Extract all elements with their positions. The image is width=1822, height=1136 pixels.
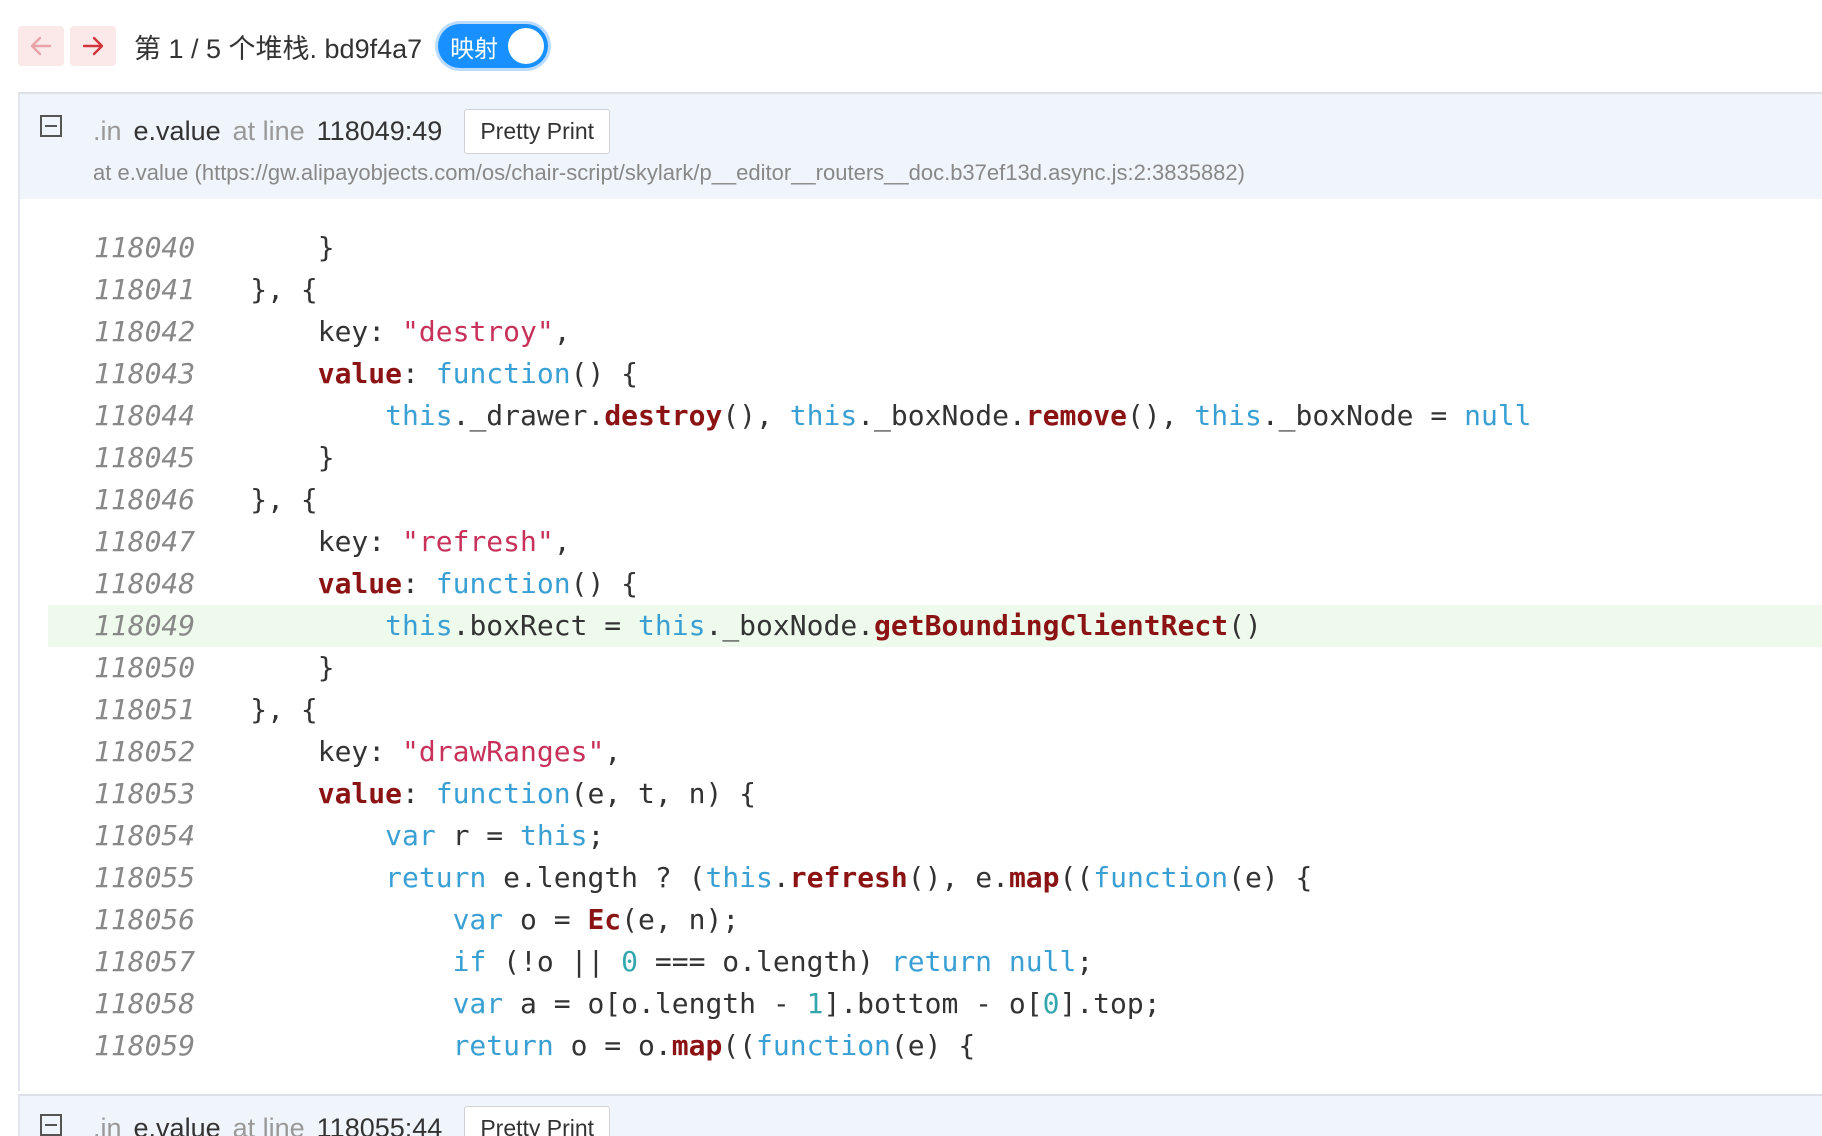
line-source: key: "destroy", (48, 315, 571, 348)
code-line: 118046 }, { (48, 479, 1822, 521)
code-line: 118051 }, { (48, 689, 1822, 731)
frame-at-line-label: at line (232, 116, 305, 146)
code-line: 118045 } (48, 437, 1822, 479)
arrow-left-icon (30, 36, 52, 56)
pretty-print-button[interactable]: Pretty Print (464, 1106, 611, 1136)
code-line: 118049 this.boxRect = this._boxNode.getB… (48, 605, 1822, 647)
arrow-right-icon (82, 36, 104, 56)
code-line: 118052 key: "drawRanges", (48, 731, 1822, 773)
line-source: var a = o[o.length - 1].bottom - o[0].to… (452, 987, 1161, 1020)
code-line: 118056 var o = Ec(e, n); (48, 899, 1822, 941)
line-source: value: function() { (317, 567, 639, 600)
code-line: 118042 key: "destroy", (48, 311, 1822, 353)
line-source: } (48, 441, 335, 474)
prev-stack-button[interactable] (18, 26, 64, 66)
line-source: var o = Ec(e, n); (452, 903, 740, 936)
toggle-knob (508, 28, 545, 64)
frame-prefix: .in (93, 116, 122, 146)
frame-signature: .in e.value at line 118055:44 Pretty Pri… (93, 1106, 611, 1136)
line-source: if (!o || 0 === o.length) return null; (452, 945, 1094, 978)
line-source: key: "drawRanges", (48, 735, 622, 768)
code-line: 118043 value: function() { (48, 353, 1822, 395)
line-source: } (48, 231, 335, 264)
code-line: 118050 } (48, 647, 1822, 689)
line-source: } (48, 651, 335, 684)
frame-at-line-label: at line (232, 1113, 305, 1136)
code-line: 118058 var a = o[o.length - 1].bottom - … (48, 983, 1822, 1025)
frame-function: e.value (133, 116, 221, 146)
code-line: 118047 key: "refresh", (48, 521, 1822, 563)
code-line: 118054 var r = this; (48, 815, 1822, 857)
code-line: 118059 return o = o.map((function(e) { (48, 1025, 1822, 1067)
code-line: 118044 this._drawer.destroy(), this._box… (48, 395, 1822, 437)
line-source: this._drawer.destroy(), this._boxNode.re… (385, 399, 1532, 432)
pretty-print-button[interactable]: Pretty Print (464, 109, 611, 154)
stack-frame: .in e.value at line 118049:49 Pretty Pri… (18, 92, 1822, 1091)
line-source: var r = this; (385, 819, 605, 852)
line-source: }, { (48, 483, 318, 516)
line-source: value: function(e, t, n) { (317, 777, 757, 810)
code-line: 118040 } (48, 227, 1822, 269)
stack-title: 第 1 / 5 个堆栈. bd9f4a7 (134, 33, 423, 64)
next-stack-button[interactable] (70, 26, 116, 66)
line-source: this.boxRect = this._boxNode.getBounding… (385, 609, 1262, 642)
line-source: return e.length ? (this.refresh(), e.map… (385, 861, 1313, 894)
frame-url: at e.value (https://gw.alipayobjects.com… (93, 160, 1245, 185)
stack-frame-2: .in e.value at line 118055:44 Pretty Pri… (18, 1094, 1822, 1136)
collapse-icon[interactable] (40, 1114, 62, 1136)
code-line: 118041 }, { (48, 269, 1822, 311)
frame-prefix: .in (93, 1113, 122, 1136)
code-line: 118055 return e.length ? (this.refresh()… (48, 857, 1822, 899)
line-source: key: "refresh", (48, 525, 571, 558)
frame-location: 118049:49 (316, 116, 443, 146)
code-view: 118040 } 118041 }, {118042 key: "destroy"… (20, 199, 1822, 1091)
stack-toolbar: 第 1 / 5 个堆栈. bd9f4a7 映射 (18, 22, 549, 70)
source-map-toggle[interactable]: 映射 (438, 24, 549, 68)
toggle-label: 映射 (450, 35, 499, 63)
line-source: return o = o.map((function(e) { (452, 1029, 976, 1062)
code-line: 118048 value: function() { (48, 563, 1822, 605)
collapse-icon[interactable] (40, 115, 62, 137)
code-line: 118053 value: function(e, t, n) { (48, 773, 1822, 815)
frame-function: e.value (133, 1113, 221, 1136)
line-source: }, { (48, 273, 318, 306)
code-line: 118057 if (!o || 0 === o.length) return … (48, 941, 1822, 983)
frame-signature: .in e.value at line 118049:49 Pretty Pri… (93, 109, 611, 154)
line-source: value: function() { (317, 357, 639, 390)
line-source: }, { (48, 693, 318, 726)
frame-location: 118055:44 (316, 1113, 443, 1136)
frame-header: .in e.value at line 118049:49 Pretty Pri… (20, 94, 1822, 199)
